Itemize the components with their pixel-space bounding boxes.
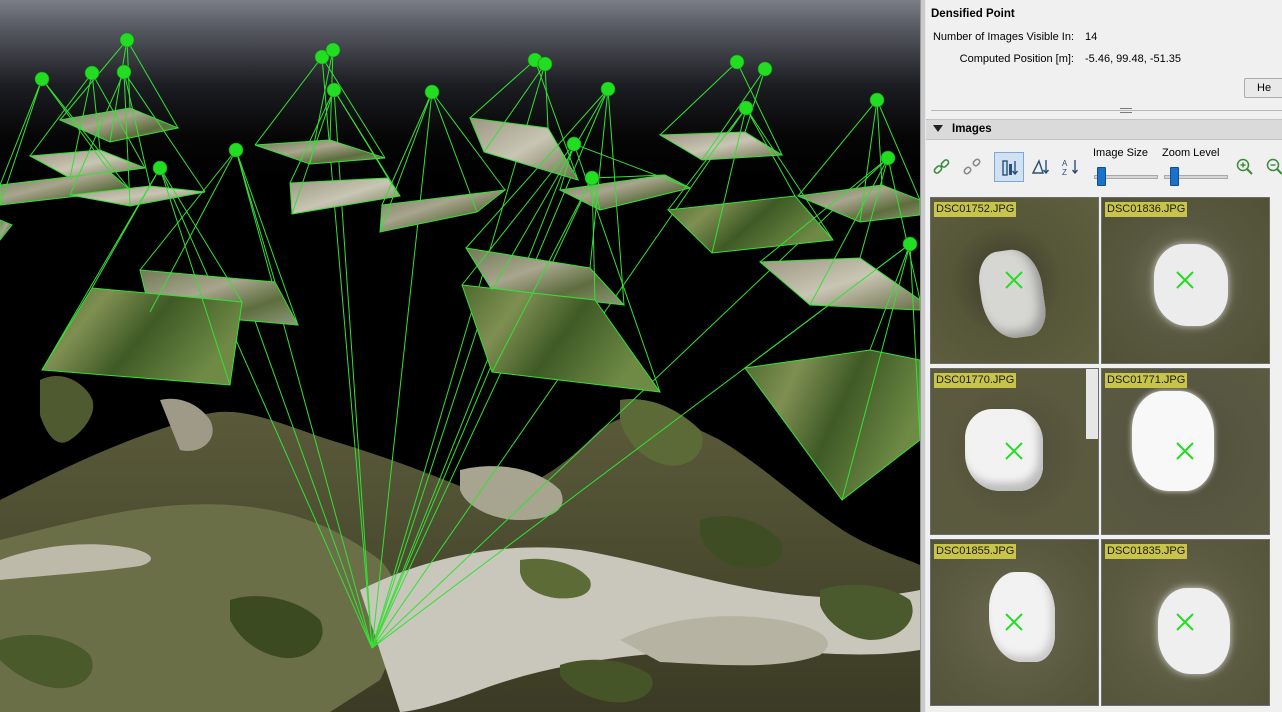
image-thumbnail[interactable]: DSC01855.JPG xyxy=(930,539,1099,706)
zoom-level-label: Zoom Level xyxy=(1162,147,1220,159)
image-size-slider-thumb[interactable] xyxy=(1097,167,1106,186)
computed-position-label: Computed Position [m]: xyxy=(959,53,1074,65)
image-filename: DSC01770.JPG xyxy=(934,373,1017,388)
link-icon[interactable] xyxy=(927,152,957,182)
images-section-header[interactable]: Images xyxy=(926,119,1282,140)
point-marker-icon xyxy=(1176,442,1194,460)
point-cloud-terrain xyxy=(0,375,920,712)
section-divider xyxy=(931,110,1282,111)
image-size-label: Image Size xyxy=(1093,147,1149,159)
image-thumbnail[interactable]: DSC01770.JPG xyxy=(930,368,1099,535)
image-filename: DSC01771.JPG xyxy=(1105,373,1188,388)
image-filename: DSC01835.JPG xyxy=(1105,544,1188,559)
point-marker-icon xyxy=(1176,613,1194,631)
image-filename: DSC01836.JPG xyxy=(1105,202,1188,217)
image-filename: DSC01855.JPG xyxy=(934,544,1017,559)
zoom-in-icon[interactable] xyxy=(1230,152,1260,182)
images-visible-label: Number of Images Visible In: xyxy=(932,31,1074,43)
image-thumbnail-grid: DSC01752.JPG DSC01836.JPG DSC01770.JPG D… xyxy=(929,196,1279,712)
image-filename: DSC01752.JPG xyxy=(934,202,1017,217)
image-thumbnail[interactable]: DSC01752.JPG xyxy=(930,197,1099,364)
3d-viewport[interactable] xyxy=(0,0,920,712)
computed-position-value: -5.46, 99.48, -51.35 xyxy=(1085,53,1182,65)
sort-alpha-icon[interactable]: AZ xyxy=(1056,152,1086,182)
properties-panel: Densified Point Number of Images Visible… xyxy=(926,0,1282,712)
splitter-handle[interactable] xyxy=(1120,108,1132,113)
svg-text:Z: Z xyxy=(1062,168,1067,177)
collapse-triangle-icon[interactable] xyxy=(933,125,943,132)
point-marker-icon xyxy=(1005,442,1023,460)
unlink-icon[interactable] xyxy=(957,152,987,182)
image-thumbnail[interactable]: DSC01836.JPG xyxy=(1101,197,1270,364)
point-marker-icon xyxy=(1176,271,1194,289)
point-marker-icon xyxy=(1005,271,1023,289)
image-thumbnail[interactable]: DSC01771.JPG xyxy=(1101,368,1270,535)
point-marker-icon xyxy=(1005,613,1023,631)
svg-text:A: A xyxy=(1062,159,1068,168)
zoom-out-icon[interactable] xyxy=(1260,152,1282,182)
3d-scene[interactable] xyxy=(0,0,920,712)
sort-visibility-icon[interactable] xyxy=(994,152,1024,182)
zoom-level-slider-thumb[interactable] xyxy=(1170,167,1179,186)
section-title: Densified Point xyxy=(931,8,1015,20)
image-thumbnail[interactable]: DSC01835.JPG xyxy=(1101,539,1270,706)
sort-triangle-icon[interactable] xyxy=(1026,152,1056,182)
images-section-title: Images xyxy=(952,123,992,135)
images-visible-value: 14 xyxy=(1085,31,1098,43)
help-button[interactable]: He xyxy=(1244,78,1282,98)
